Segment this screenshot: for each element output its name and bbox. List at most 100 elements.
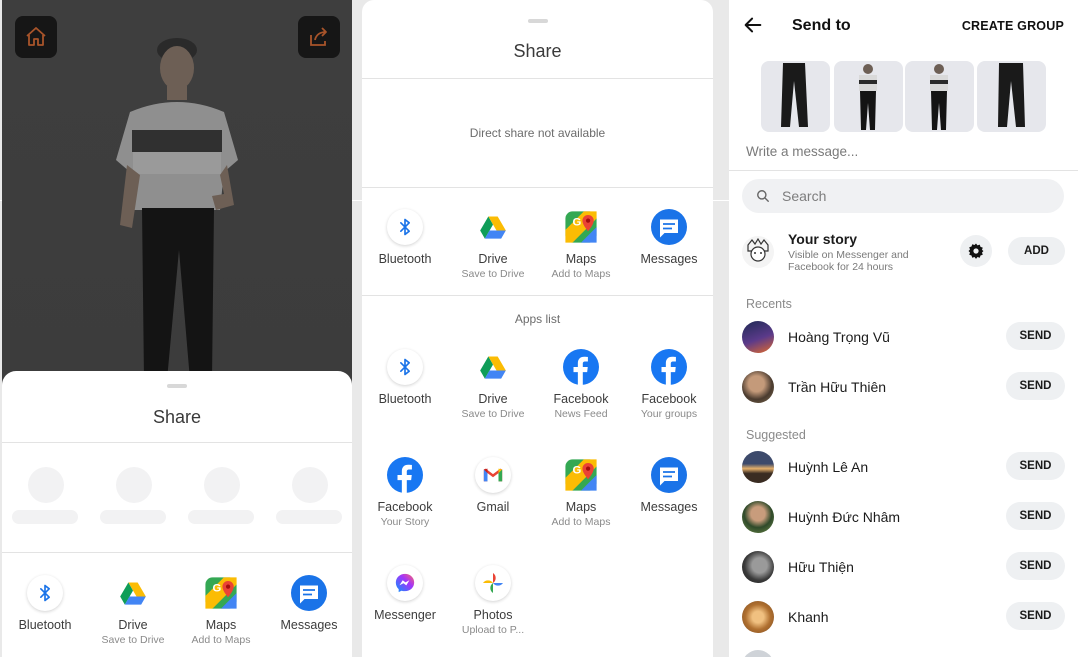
app-sublabel: Save to Drive bbox=[461, 268, 525, 280]
message-input[interactable]: Write a message... bbox=[746, 144, 858, 159]
share-target-bluetooth[interactable]: Bluetooth bbox=[362, 209, 449, 268]
contact-name: Trần Hữu Thiên bbox=[788, 379, 887, 395]
suggested-heading: Suggested bbox=[746, 428, 806, 442]
contact-row: Trần Hữu Thiên SEND bbox=[729, 367, 1078, 407]
app-label: Bluetooth bbox=[378, 252, 432, 266]
share-target-messages[interactable]: Messages bbox=[625, 457, 713, 516]
direct-share-note: Direct share not available bbox=[469, 126, 606, 140]
outfit-image bbox=[859, 64, 877, 130]
add-story-button[interactable]: ADD bbox=[1008, 237, 1065, 265]
share-target-drive[interactable]: Drive Save to Drive bbox=[449, 349, 537, 420]
send-button[interactable]: SEND bbox=[1006, 322, 1065, 350]
search-icon bbox=[757, 190, 769, 202]
send-button[interactable]: SEND bbox=[1006, 452, 1065, 480]
attachment-thumbnail[interactable] bbox=[977, 61, 1046, 132]
send-button[interactable]: SEND bbox=[1006, 502, 1065, 530]
google-drive-icon bbox=[475, 349, 511, 385]
bluetooth-icon bbox=[387, 209, 423, 245]
share-sheet-panel: Share Direct share not available Bluetoo… bbox=[362, 0, 713, 657]
home-button[interactable] bbox=[15, 16, 57, 58]
avatar bbox=[742, 236, 774, 268]
story-desc: Visible on Messenger and bbox=[788, 249, 909, 261]
story-settings-button[interactable] bbox=[960, 235, 992, 267]
share-target-gmail[interactable]: Gmail bbox=[449, 457, 537, 516]
loading-placeholder bbox=[12, 510, 78, 524]
app-label: Maps bbox=[565, 252, 597, 266]
divider bbox=[2, 442, 352, 443]
product-photo bbox=[116, 38, 238, 380]
create-group-button[interactable]: CREATE GROUP bbox=[962, 19, 1064, 33]
drag-handle[interactable] bbox=[527, 19, 548, 23]
messenger-send-to-panel: Send to CREATE GROUP Write a message... … bbox=[729, 0, 1078, 657]
loading-placeholder bbox=[116, 467, 152, 503]
google-photos-icon bbox=[475, 565, 511, 601]
app-sublabel: Your groups bbox=[640, 408, 698, 420]
send-button[interactable]: SEND bbox=[1006, 372, 1065, 400]
loading-placeholder bbox=[28, 467, 64, 503]
recents-heading: Recents bbox=[746, 297, 792, 311]
send-button[interactable]: SEND bbox=[1006, 552, 1065, 580]
share-target-bluetooth[interactable]: Bluetooth bbox=[362, 349, 449, 408]
app-label: Bluetooth bbox=[378, 392, 432, 406]
share-target-messages[interactable]: Messages bbox=[625, 209, 713, 268]
story-title: Your story bbox=[788, 231, 857, 247]
share-target-messenger[interactable]: Messenger bbox=[362, 565, 449, 624]
app-label: Photos bbox=[473, 608, 513, 622]
contact-row: Hoàng Trọng Vũ SEND bbox=[729, 317, 1078, 357]
contact-row: Hữu Thiện SEND bbox=[729, 547, 1078, 587]
app-label: Drive bbox=[478, 252, 508, 266]
share-target-drive[interactable]: Drive Save to Drive bbox=[89, 575, 177, 646]
back-button[interactable] bbox=[742, 14, 766, 38]
app-label: Messages bbox=[280, 618, 338, 632]
divider bbox=[2, 552, 352, 553]
share-target-bluetooth[interactable]: Bluetooth bbox=[2, 575, 89, 634]
google-maps-icon bbox=[563, 209, 599, 245]
outfit-image bbox=[930, 64, 948, 130]
attachment-thumbnail[interactable] bbox=[761, 61, 830, 132]
share-target-facebook-story[interactable]: Facebook Your Story bbox=[362, 457, 449, 528]
loading-placeholder bbox=[292, 467, 328, 503]
google-drive-icon bbox=[475, 209, 511, 245]
app-label: Facebook bbox=[553, 392, 609, 406]
pants-image bbox=[998, 63, 1025, 127]
share-target-photos[interactable]: Photos Upload to P... bbox=[449, 565, 537, 636]
divider bbox=[362, 295, 713, 296]
app-sublabel: Your Story bbox=[380, 516, 430, 528]
home-icon bbox=[26, 27, 46, 46]
contact-name: Hữu Thiện bbox=[788, 559, 854, 575]
app-label: Drive bbox=[478, 392, 508, 406]
attachment-thumbnail[interactable] bbox=[905, 61, 974, 132]
share-target-facebook-groups[interactable]: Facebook Your groups bbox=[625, 349, 713, 420]
app-sublabel: Add to Maps bbox=[551, 516, 611, 528]
search-input[interactable]: Search bbox=[742, 179, 1064, 213]
drag-handle[interactable] bbox=[167, 384, 187, 388]
contact-name: Khanh bbox=[788, 609, 829, 625]
share-target-messages[interactable]: Messages bbox=[265, 575, 352, 634]
send-button[interactable]: SEND bbox=[1006, 602, 1065, 630]
share-target-facebook-news-feed[interactable]: Facebook News Feed bbox=[537, 349, 625, 420]
app-label: Gmail bbox=[476, 500, 510, 514]
loading-placeholder bbox=[188, 510, 254, 524]
share-target-maps[interactable]: Maps Add to Maps bbox=[537, 209, 625, 280]
share-button[interactable] bbox=[298, 16, 340, 58]
apps-list-title: Apps list bbox=[514, 312, 561, 326]
divider bbox=[362, 187, 713, 188]
loading-placeholder bbox=[204, 467, 240, 503]
avatar bbox=[742, 501, 774, 533]
contact-name: Huỳnh Lê An bbox=[788, 459, 869, 475]
app-label: Messages bbox=[640, 252, 698, 266]
attachment-thumbnail[interactable] bbox=[834, 61, 903, 132]
contact-name: Huỳnh Đức Nhâm bbox=[788, 509, 901, 525]
share-target-maps[interactable]: Maps Add to Maps bbox=[177, 575, 265, 646]
pants-image bbox=[781, 63, 808, 127]
app-sublabel: Add to Maps bbox=[191, 634, 251, 646]
app-label: Messages bbox=[640, 500, 698, 514]
avatar bbox=[742, 371, 774, 403]
share-bottom-sheet: Share Bluetooth Drive Save to Drive Maps… bbox=[2, 371, 352, 657]
loading-placeholder bbox=[100, 510, 166, 524]
avatar bbox=[742, 551, 774, 583]
contact-row: Huỳnh Đức Nhâm SEND bbox=[729, 497, 1078, 537]
bluetooth-icon bbox=[27, 575, 63, 611]
share-target-maps[interactable]: Maps Add to Maps bbox=[537, 457, 625, 528]
share-target-drive[interactable]: Drive Save to Drive bbox=[449, 209, 537, 280]
